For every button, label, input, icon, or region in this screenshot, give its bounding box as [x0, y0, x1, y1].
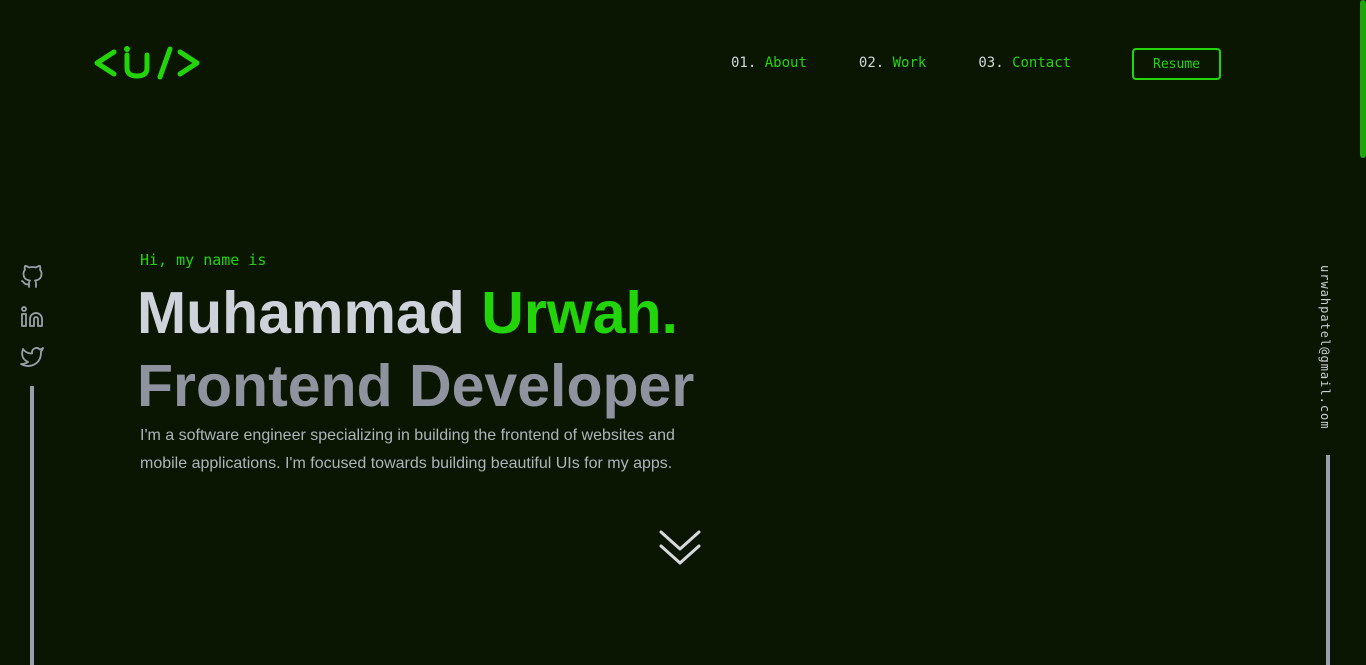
hero-name-highlight: Urwah.: [481, 280, 678, 346]
nav-item-contact[interactable]: 03. Contact: [978, 55, 1071, 71]
hero-name-first: Muhammad: [137, 280, 465, 346]
social-links: [19, 265, 45, 369]
hero-role: Frontend Developer: [137, 353, 695, 419]
site-logo[interactable]: [92, 44, 204, 84]
scroll-down-icon[interactable]: [658, 528, 702, 568]
nav-item-number: 03.: [978, 55, 1004, 71]
nav-item-label: Work: [892, 55, 927, 71]
resume-button[interactable]: Resume: [1132, 48, 1221, 80]
right-divider-line: [1326, 455, 1330, 665]
hero-bio: I'm a software engineer specializing in …: [140, 427, 675, 472]
nav-item-number: 01.: [731, 55, 757, 71]
left-divider-line: [30, 386, 34, 665]
nav-item-label: Contact: [1012, 55, 1072, 71]
twitter-icon[interactable]: [19, 345, 45, 369]
logo-icon: [94, 46, 200, 80]
nav-item-about[interactable]: 01. About: [731, 55, 807, 71]
main-nav: 01. About 02. Work 03. Contact: [731, 55, 1123, 71]
email-link[interactable]: urwahpatel@gmail.com: [1318, 265, 1332, 430]
hero-name: Muhammad Urwah.: [137, 280, 678, 346]
page-scrollbar[interactable]: [1360, 0, 1366, 158]
github-icon[interactable]: [19, 265, 45, 289]
linkedin-icon[interactable]: [19, 305, 45, 329]
nav-item-number: 02.: [858, 55, 885, 71]
nav-item-label: About: [764, 55, 807, 71]
hero-greeting: Hi, my name is: [140, 251, 267, 269]
nav-item-work[interactable]: 02. Work: [859, 55, 926, 71]
